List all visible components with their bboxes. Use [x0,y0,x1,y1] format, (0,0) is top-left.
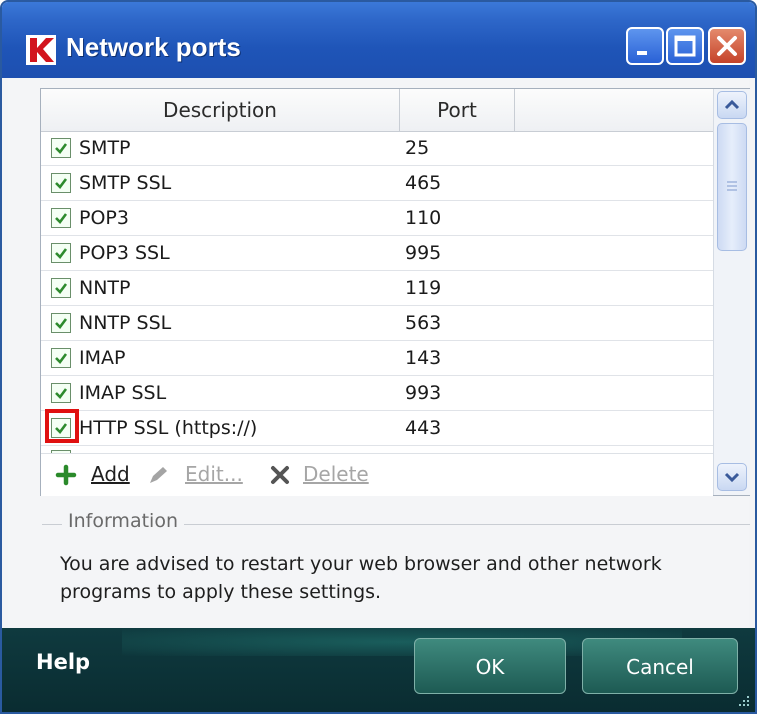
checkmark-icon [55,248,68,259]
row-checkbox[interactable] [51,418,71,438]
row-description: POP3 [79,207,129,229]
grip-lines-icon [727,181,737,191]
table-row[interactable]: HTTP SSL (https://) 443 [41,409,713,446]
checkmark-icon [55,143,68,154]
row-description: SMTP [79,137,131,159]
table-row[interactable]: NNTP 119 [41,271,713,306]
row-port: 443 [405,417,442,439]
network-ports-dialog: Network ports Description Port SMTP 25 S… [0,0,757,714]
ok-button[interactable]: OK [414,638,566,694]
add-icon [55,464,77,486]
minimize-button[interactable] [626,27,664,65]
row-port: 993 [405,382,442,404]
checkmark-icon [55,213,68,224]
chevron-down-icon [724,472,740,483]
checkmark-icon [55,353,68,364]
row-port: 563 [405,312,442,334]
ports-list: Description Port SMTP 25 SMTP SSL 465 PO… [40,88,750,496]
row-description: NNTP SSL [79,312,172,334]
close-icon [717,36,737,56]
row-checkbox[interactable] [51,348,71,368]
row-description: HTTP SSL (https://) [79,417,258,439]
checkmark-icon [55,318,68,329]
edit-button[interactable]: Edit... [185,462,243,486]
table-row[interactable]: SMTP SSL 465 [41,166,713,201]
table-row[interactable]: POP3 110 [41,201,713,236]
minimize-icon [637,51,647,55]
table-row[interactable]: IMAP 143 [41,341,713,376]
row-checkbox[interactable] [51,313,71,333]
scroll-down-button[interactable] [717,463,747,491]
row-checkbox[interactable] [51,278,71,298]
row-checkbox[interactable] [51,138,71,158]
resize-grip-icon[interactable] [737,694,751,708]
chevron-up-icon [724,99,740,110]
row-description: SMTP SSL [79,172,172,194]
row-description: IMAP SSL [79,382,167,404]
row-description: IMAP [79,347,126,369]
pencil-icon [150,467,167,483]
row-checkbox[interactable] [51,208,71,228]
row-description: POP3 SSL [79,242,170,264]
list-toolbar: Add Edit... Delete [41,453,713,496]
column-header-port[interactable]: Port [400,89,515,131]
delete-x-icon [271,466,289,484]
row-checkbox[interactable] [51,243,71,263]
cancel-button[interactable]: Cancel [582,638,738,694]
close-button[interactable] [708,27,746,65]
row-port: 25 [405,137,430,159]
checkmark-icon [55,423,68,434]
scroll-thumb[interactable] [717,123,747,251]
delete-button[interactable]: Delete [303,462,369,486]
row-checkbox[interactable] [51,383,71,403]
row-port: 465 [405,172,442,194]
maximize-button[interactable] [666,27,704,65]
kaspersky-logo-icon [26,35,56,65]
maximize-icon [674,35,696,57]
table-row[interactable]: NNTP SSL 563 [41,306,713,341]
dialog-footer: Help OK Cancel [2,628,755,712]
table-row[interactable]: SMTP 25 [41,131,713,166]
info-text: You are advised to restart your web brow… [60,553,662,603]
table-row[interactable]: IMAP SSL 993 [41,376,713,411]
row-port: 119 [405,277,442,299]
row-port: 110 [405,207,442,229]
title-bar[interactable]: Network ports [2,2,755,78]
info-group-label: Information [62,510,184,532]
column-header-description[interactable]: Description [41,89,400,131]
row-port: 995 [405,242,442,264]
checkmark-icon [55,283,68,294]
checkmark-icon [55,178,68,189]
list-rows: SMTP 25 SMTP SSL 465 POP3 110 POP3 SSL 9… [41,131,713,454]
dialog-content: Description Port SMTP 25 SMTP SSL 465 PO… [8,78,750,628]
window-title: Network ports [66,32,241,62]
add-button[interactable]: Add [91,462,130,486]
checkmark-icon [55,388,68,399]
table-row[interactable]: POP3 SSL 995 [41,236,713,271]
scroll-up-button[interactable] [717,91,747,119]
row-description: NNTP [79,277,131,299]
help-link[interactable]: Help [36,650,90,674]
row-port: 143 [405,347,442,369]
row-checkbox[interactable] [51,173,71,193]
vertical-scrollbar[interactable] [713,89,750,495]
list-header: Description Port [41,89,713,132]
